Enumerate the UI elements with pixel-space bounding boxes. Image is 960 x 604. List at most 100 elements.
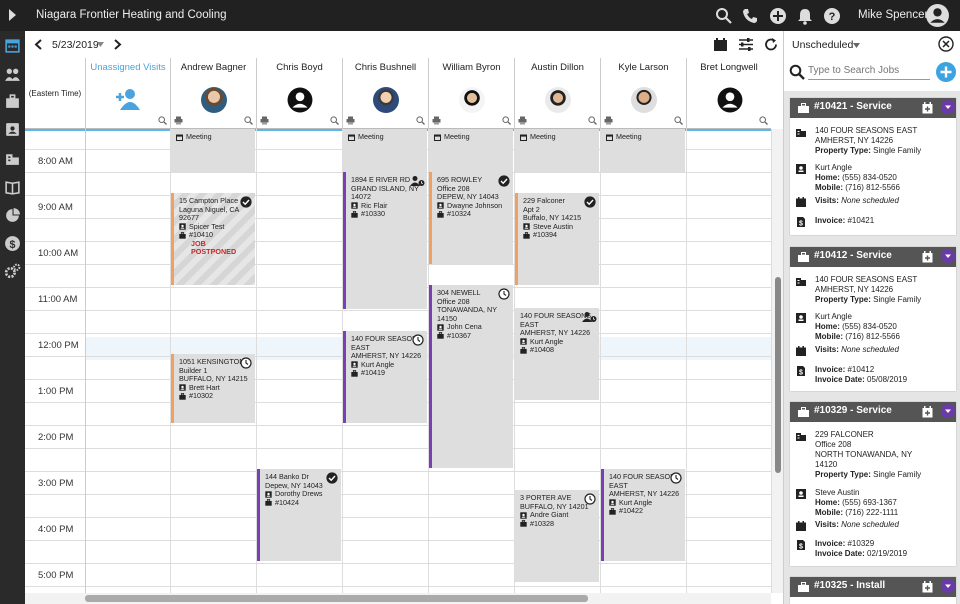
calendar-view-icon[interactable] xyxy=(713,37,728,52)
filter-sliders-icon[interactable] xyxy=(738,37,754,52)
refresh-icon[interactable] xyxy=(764,37,778,52)
schedule-job-icon[interactable] xyxy=(922,102,933,114)
job-card[interactable]: #10325 - Install xyxy=(790,577,956,604)
next-day-icon[interactable] xyxy=(113,39,122,50)
contact-card-icon[interactable] xyxy=(4,121,21,138)
column-austin-dillon[interactable]: Austin Dillon xyxy=(514,58,600,129)
job-visit[interactable]: 144 Banko Dr Depew, NY 14043 Dorothy Dre… xyxy=(257,469,341,561)
job-visit[interactable]: 304 NEWELL Office 208 TONAWANDA, NY 1415… xyxy=(429,285,513,468)
meeting-event[interactable]: Meeting xyxy=(601,129,685,172)
bell-icon[interactable] xyxy=(795,6,815,26)
settings-icon[interactable] xyxy=(4,263,21,280)
job-card-header[interactable]: #10421 - Service xyxy=(790,98,956,118)
meeting-event[interactable]: Meeting xyxy=(515,129,599,172)
briefcase-icon[interactable] xyxy=(4,93,21,110)
add-person-icon[interactable] xyxy=(115,88,141,110)
briefcase-icon xyxy=(265,499,272,506)
column-chris-boyd[interactable]: Chris Boyd xyxy=(256,58,342,129)
search-icon[interactable] xyxy=(714,6,734,26)
job-filter-select[interactable]: Unscheduled xyxy=(792,39,853,51)
column-william-byron[interactable]: William Byron xyxy=(428,58,514,129)
job-card-header[interactable]: #10412 - Service xyxy=(790,247,956,267)
calendar-icon[interactable] xyxy=(4,37,21,54)
column-andrew-bagner[interactable]: Andrew Bagner xyxy=(170,58,256,129)
book-icon[interactable] xyxy=(4,179,21,196)
meeting-event[interactable]: Meeting xyxy=(429,129,513,172)
job-visit[interactable]: 3 PORTER AVE BUFFALO, NY 14201 Andre Gia… xyxy=(515,490,599,582)
zoom-icon[interactable] xyxy=(244,116,253,125)
job-search-input[interactable] xyxy=(808,62,930,80)
zoom-icon[interactable] xyxy=(416,116,425,125)
print-icon[interactable] xyxy=(346,116,355,125)
column-name: Unassigned Visits xyxy=(90,62,166,73)
user-avatar-icon[interactable] xyxy=(925,3,950,28)
zoom-icon[interactable] xyxy=(759,116,768,125)
job-card[interactable]: #10329 - Service 229 FALCONER Office 208… xyxy=(790,402,956,566)
chevron-down-icon[interactable] xyxy=(853,43,860,48)
user-name[interactable]: Mike Spencer xyxy=(858,9,928,21)
building-icon[interactable] xyxy=(4,150,21,167)
meeting-event[interactable]: Meeting xyxy=(171,129,255,172)
job-visit[interactable]: 140 FOUR SEASONS EAST AMHERST, NY 14226 … xyxy=(601,469,685,561)
print-icon[interactable] xyxy=(174,116,183,125)
column-bret-longwell[interactable]: Bret Longwell xyxy=(686,58,771,129)
menu-expand-icon[interactable] xyxy=(6,7,18,23)
horizontal-scrollbar[interactable] xyxy=(25,593,771,604)
job-card[interactable]: #10412 - Service 140 FOUR SEASONS EAST A… xyxy=(790,247,956,391)
job-address: 140 FOUR SEASONS EAST AMHERST, NY 14226 P… xyxy=(815,126,922,155)
print-icon[interactable] xyxy=(518,116,527,125)
schedule-job-icon[interactable] xyxy=(922,581,933,593)
job-visit[interactable]: 695 ROWLEY Office 208 DEPEW, NY 14043 Dw… xyxy=(429,172,513,264)
zoom-icon[interactable] xyxy=(588,116,597,125)
job-card-header[interactable]: #10325 - Install xyxy=(790,577,956,597)
print-icon[interactable] xyxy=(432,116,441,125)
column-kyle-larson[interactable]: Kyle Larson xyxy=(600,58,686,129)
schedule-job-icon[interactable] xyxy=(922,251,933,263)
schedule-grid[interactable]: 8:00 AM 9:00 AM 10:00 AM 11:00 AM 12:00 … xyxy=(25,129,771,593)
expand-card-icon[interactable] xyxy=(941,249,955,263)
svg-text:$: $ xyxy=(799,221,803,228)
briefcase-icon xyxy=(351,369,358,377)
people-icon[interactable] xyxy=(4,66,21,83)
expand-card-icon[interactable] xyxy=(941,404,955,418)
zoom-icon[interactable] xyxy=(330,116,339,125)
expand-card-icon[interactable] xyxy=(941,100,955,114)
phone-icon[interactable] xyxy=(740,6,760,26)
job-visit[interactable]: 140 FOUR SEASONS EAST AMHERST, NY 14226 … xyxy=(515,308,599,400)
briefcase-icon xyxy=(179,392,186,400)
job-card[interactable]: #10421 - Service 140 FOUR SEASONS EAST A… xyxy=(790,98,956,235)
column-chris-bushnell[interactable]: Chris Bushnell xyxy=(342,58,428,129)
scroll-thumb[interactable] xyxy=(85,595,588,602)
scroll-thumb[interactable] xyxy=(775,277,781,473)
expand-card-icon[interactable] xyxy=(941,579,955,593)
job-visit[interactable]: 1894 E RIVER RD GRAND ISLAND, NY 14072 R… xyxy=(343,172,427,309)
zoom-icon[interactable] xyxy=(674,116,683,125)
event-title: Meeting xyxy=(616,132,642,141)
zoom-icon[interactable] xyxy=(158,116,167,125)
job-card-header[interactable]: #10329 - Service xyxy=(790,402,956,422)
invoice-icon: $ xyxy=(797,217,805,228)
date-dropdown-icon[interactable] xyxy=(97,42,104,47)
add-job-button[interactable] xyxy=(936,62,956,82)
job-visit[interactable]: 140 FOUR SEASONS EAST AMHERST, NY 14226 … xyxy=(343,331,427,423)
job-contact: Kurt Angle Home: (555) 834-0520 Mobile: (7… xyxy=(815,163,900,192)
meeting-event[interactable]: Meeting xyxy=(343,129,427,172)
schedule-job-icon[interactable] xyxy=(922,406,933,418)
close-icon[interactable] xyxy=(938,36,954,52)
job-visit[interactable]: 15 Campton Place Laguna Niguel, CA 92677… xyxy=(171,193,255,285)
add-circle-icon[interactable] xyxy=(768,6,788,26)
dollar-icon[interactable]: $ xyxy=(4,235,21,252)
job-visit[interactable]: 1051 KENSINGTON Builder 1 BUFFALO, NY 14… xyxy=(171,354,255,423)
job-visit[interactable]: 229 Falconer Apt 2 Buffalo, NY 14215 Ste… xyxy=(515,193,599,285)
clock-icon xyxy=(240,357,252,369)
pie-chart-icon[interactable] xyxy=(4,207,21,224)
help-icon[interactable]: ? xyxy=(822,6,842,26)
column-unassigned[interactable]: Unassigned Visits xyxy=(85,58,170,129)
print-icon[interactable] xyxy=(604,116,613,125)
previous-day-icon[interactable] xyxy=(34,39,43,50)
zoom-icon[interactable] xyxy=(502,116,511,125)
print-icon[interactable] xyxy=(260,116,269,125)
current-date[interactable]: 5/23/2019 xyxy=(52,39,99,51)
job-card-title: #10412 - Service xyxy=(814,250,892,261)
vertical-scrollbar[interactable] xyxy=(771,129,783,593)
